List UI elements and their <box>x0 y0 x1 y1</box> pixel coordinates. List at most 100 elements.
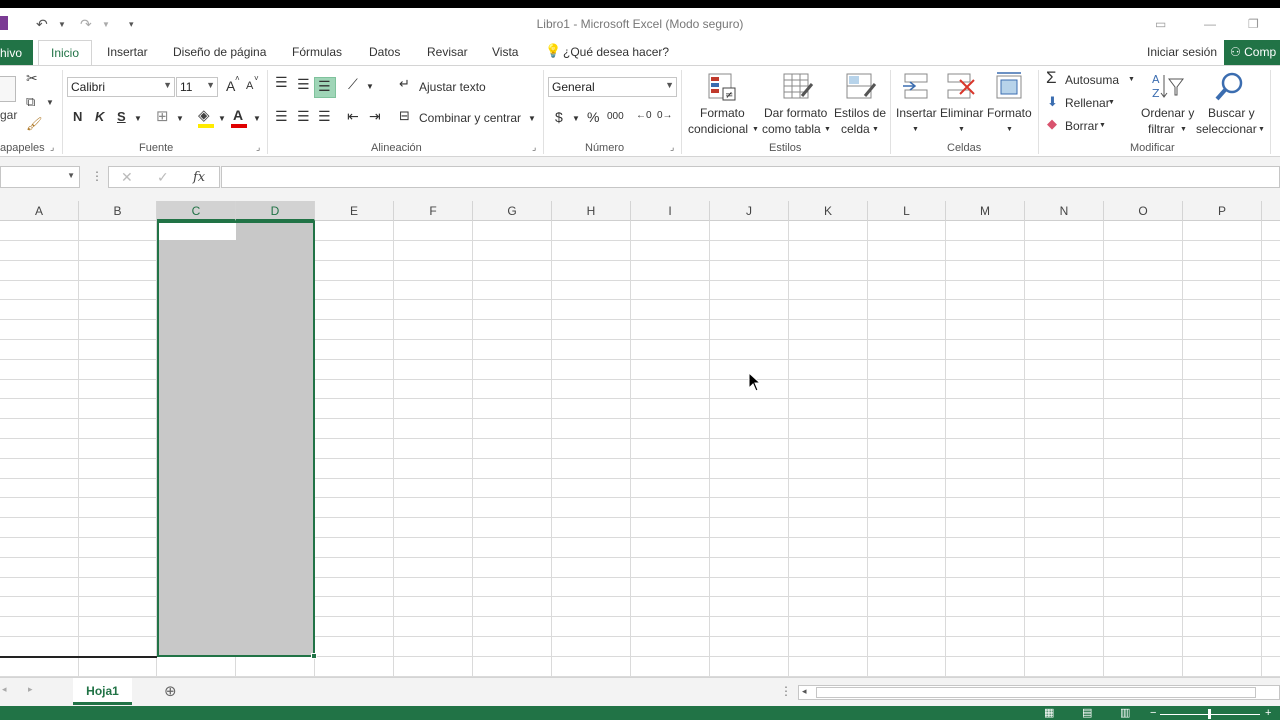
column-header-o[interactable]: O <box>1104 201 1183 221</box>
format-cells-button[interactable]: Formato <box>987 106 1032 120</box>
page-layout-view-icon[interactable]: ▤ <box>1082 706 1092 720</box>
grow-font-button[interactable]: A <box>226 78 235 94</box>
delete-cells-dropdown-icon[interactable]: ▼ <box>958 126 965 133</box>
align-middle-icon[interactable]: ☰ <box>297 76 310 93</box>
cell-styles-label-2[interactable]: celda <box>841 122 870 136</box>
increase-decimal-icon[interactable]: ←0 <box>636 110 652 121</box>
tell-me-box[interactable]: ¿Qué desea hacer? <box>563 45 669 59</box>
percent-button[interactable]: % <box>587 109 599 125</box>
sort-filter-label-2[interactable]: filtrar <box>1148 122 1175 136</box>
format-painter-icon[interactable]: 🖌 <box>26 116 43 132</box>
borders-dropdown-icon[interactable]: ▼ <box>176 114 184 123</box>
orientation-dropdown-icon[interactable]: ▼ <box>366 82 374 91</box>
currency-button[interactable]: $ <box>555 109 563 125</box>
autosum-button[interactable]: Autosuma <box>1065 73 1119 87</box>
column-header-l[interactable]: L <box>868 201 946 221</box>
clipboard-launcher-icon[interactable]: ⌟ <box>50 142 54 153</box>
conditional-format-dropdown-icon[interactable]: ▼ <box>752 126 759 133</box>
zoom-out-icon[interactable]: − <box>1150 706 1156 720</box>
italic-button[interactable]: K <box>95 109 104 124</box>
tab-view[interactable]: Vista <box>492 45 518 59</box>
increase-indent-icon[interactable]: ⇥ <box>369 108 381 125</box>
tab-home[interactable]: Inicio <box>38 40 92 66</box>
column-header-b[interactable]: B <box>79 201 157 221</box>
scrollbar-thumb[interactable] <box>816 687 1256 698</box>
worksheet-grid[interactable] <box>0 221 1280 677</box>
column-header-p[interactable]: P <box>1183 201 1262 221</box>
underline-button[interactable]: S <box>117 109 126 124</box>
insert-cells-dropdown-icon[interactable]: ▼ <box>912 126 919 133</box>
selected-range[interactable] <box>157 221 315 657</box>
column-header-g[interactable]: G <box>473 201 552 221</box>
tab-page-layout[interactable]: Diseño de página <box>173 45 266 59</box>
column-header-j[interactable]: J <box>710 201 789 221</box>
enter-icon[interactable]: ✓ <box>157 169 169 186</box>
cell-styles-label-1[interactable]: Estilos de <box>834 106 886 120</box>
prev-sheet-icon[interactable]: ◂ <box>2 684 7 695</box>
merge-dropdown-icon[interactable]: ▼ <box>528 114 536 123</box>
borders-icon[interactable]: ⊞ <box>156 107 169 125</box>
zoom-in-icon[interactable]: + <box>1265 706 1271 720</box>
sign-in-link[interactable]: Iniciar sesión <box>1147 45 1217 59</box>
column-header-m[interactable]: M <box>946 201 1025 221</box>
format-as-table-label-1[interactable]: Dar formato <box>764 106 827 120</box>
delete-cells-button[interactable]: Eliminar <box>940 106 983 120</box>
column-header-d[interactable]: D <box>236 201 315 221</box>
insert-cells-button[interactable]: Insertar <box>896 106 937 120</box>
underline-dropdown-icon[interactable]: ▼ <box>134 114 142 123</box>
decrease-decimal-icon[interactable]: 0→ <box>657 110 673 121</box>
wrap-text-button[interactable]: Ajustar texto <box>419 80 486 94</box>
add-sheet-icon[interactable]: ⊕ <box>164 682 177 700</box>
sheet-tab-hoja1[interactable]: Hoja1 <box>73 678 132 705</box>
find-select-label-1[interactable]: Buscar y <box>1208 106 1255 120</box>
orientation-icon[interactable]: ⟋ <box>348 76 358 93</box>
scroll-split-grip-icon[interactable]: ⋮ <box>780 684 792 698</box>
autosum-dropdown-icon[interactable]: ▼ <box>1128 76 1135 83</box>
fill-dropdown-icon[interactable]: ▼ <box>1108 99 1115 106</box>
page-break-view-icon[interactable]: ▥ <box>1120 706 1130 720</box>
next-sheet-icon[interactable]: ▸ <box>28 684 33 695</box>
font-launcher-icon[interactable]: ⌟ <box>256 142 260 153</box>
horizontal-scrollbar[interactable]: ◂ <box>798 685 1280 700</box>
share-button[interactable]: ⚇ Comp <box>1224 40 1280 65</box>
currency-dropdown-icon[interactable]: ▼ <box>572 114 580 123</box>
tab-review[interactable]: Revisar <box>427 45 468 59</box>
conditional-format-label-2[interactable]: condicional <box>688 122 748 136</box>
tab-data[interactable]: Datos <box>369 45 400 59</box>
format-as-table-dropdown-icon[interactable]: ▼ <box>824 126 831 133</box>
font-name-combo[interactable]: Calibri ▼ <box>67 77 175 97</box>
bold-button[interactable]: N <box>73 109 82 124</box>
tab-file[interactable]: hivo <box>0 40 33 65</box>
copy-icon[interactable]: ⧉ <box>26 94 35 110</box>
sort-filter-dropdown-icon[interactable]: ▼ <box>1180 126 1187 133</box>
align-right-icon[interactable]: ☰ <box>318 108 331 125</box>
column-header-i[interactable]: I <box>631 201 710 221</box>
fill-button[interactable]: Rellenar <box>1065 96 1110 110</box>
format-as-table-label-2[interactable]: como tabla <box>762 122 821 136</box>
normal-view-icon[interactable]: ▦ <box>1044 706 1054 720</box>
find-select-dropdown-icon[interactable]: ▼ <box>1258 126 1265 133</box>
cancel-icon[interactable]: ✕ <box>121 169 133 186</box>
paste-label[interactable]: gar <box>0 108 17 122</box>
column-header-f[interactable]: F <box>394 201 473 221</box>
formula-input[interactable] <box>221 166 1280 188</box>
fill-color-dropdown-icon[interactable]: ▼ <box>218 114 226 123</box>
ribbon-display-icon[interactable]: ▭ <box>1155 17 1166 31</box>
align-top-icon[interactable]: ☰ <box>275 74 288 91</box>
name-box[interactable]: ▼ <box>0 166 80 188</box>
minimize-icon[interactable]: — <box>1204 17 1216 31</box>
align-left-icon[interactable]: ☰ <box>275 108 288 125</box>
column-header-c[interactable]: C <box>157 201 236 221</box>
align-center-icon[interactable]: ☰ <box>297 108 310 125</box>
clear-button[interactable]: Borrar <box>1065 119 1098 133</box>
scroll-left-icon[interactable]: ◂ <box>802 686 807 697</box>
copy-dropdown-icon[interactable]: ▼ <box>46 98 54 107</box>
chevron-down-icon[interactable]: ▼ <box>67 171 75 180</box>
decrease-indent-icon[interactable]: ⇤ <box>347 108 359 125</box>
column-header-h[interactable]: H <box>552 201 631 221</box>
fill-handle[interactable] <box>311 653 317 659</box>
number-format-combo[interactable]: General ▼ <box>548 77 677 97</box>
restore-icon[interactable]: ❐ <box>1248 17 1259 31</box>
column-header-k[interactable]: K <box>789 201 868 221</box>
column-header-n[interactable]: N <box>1025 201 1104 221</box>
